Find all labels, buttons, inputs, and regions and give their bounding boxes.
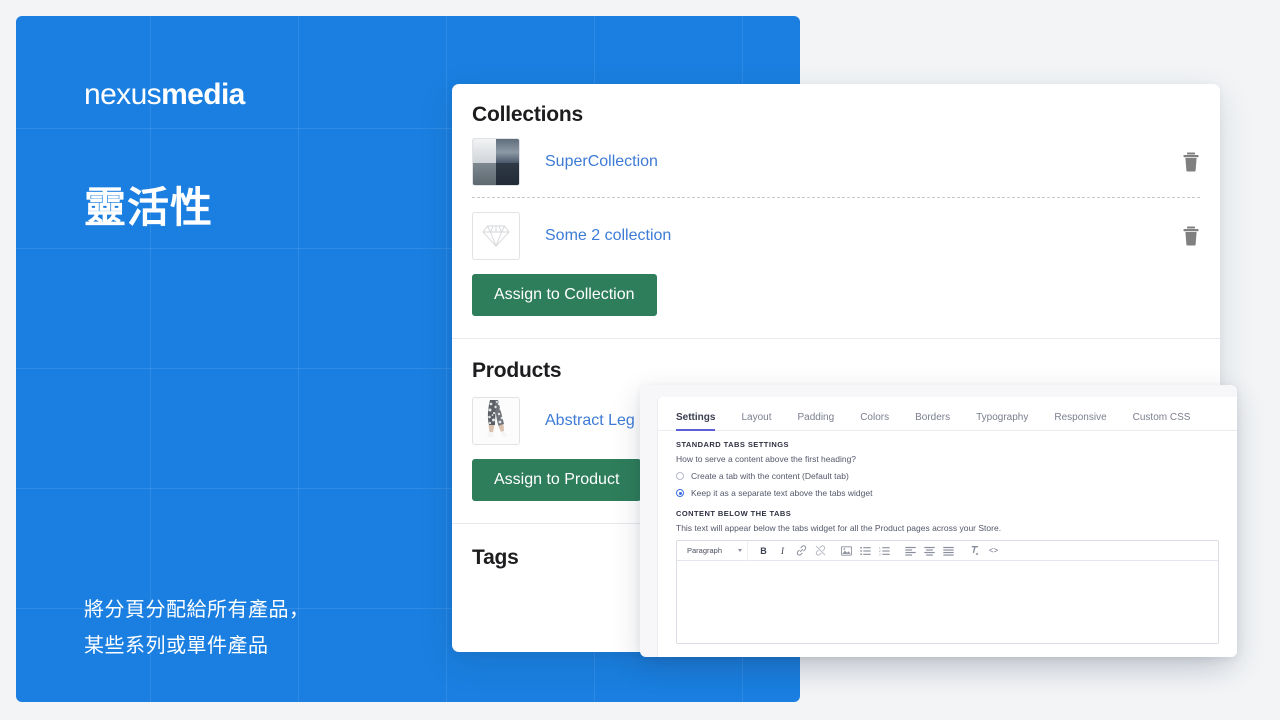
settings-panel-inner: Settings Layout Padding Colors Borders T… [658, 397, 1237, 657]
settings-panel: Settings Layout Padding Colors Borders T… [640, 385, 1237, 657]
svg-text:3: 3 [879, 552, 881, 556]
collections-title: Collections [472, 103, 583, 126]
screen-root: nexusmedia 靈活性 將分頁分配給所有產品， 某些系列或單件產品 Col… [0, 0, 1280, 720]
radio-option-create-tab[interactable]: Create a tab with the content (Default t… [676, 471, 1219, 481]
tab-responsive[interactable]: Responsive [1054, 412, 1106, 430]
bullet-list-icon[interactable] [856, 541, 875, 561]
tab-layout[interactable]: Layout [741, 412, 771, 430]
brand-logo-bold: media [161, 78, 245, 111]
editor-toolbar: Paragraph B I 1 2 3 <> [677, 540, 1218, 561]
tab-settings[interactable]: Settings [676, 412, 716, 431]
content-below-tabs-caption: CONTENT BELOW THE TABS [676, 509, 792, 518]
align-justify-icon[interactable] [939, 541, 958, 561]
editor-content-area[interactable] [677, 561, 1218, 643]
brand-logo-light: nexus [84, 78, 162, 111]
chevron-down-icon [738, 549, 742, 552]
rich-text-editor: Paragraph B I 1 2 3 <> [676, 540, 1219, 644]
format-select-value: Paragraph [687, 546, 723, 555]
trash-icon[interactable] [1182, 226, 1200, 246]
collection-thumbnail-diamond [472, 212, 520, 260]
product-thumbnail-leggings [472, 397, 520, 445]
collection-row-2[interactable]: Some 2 collection [452, 198, 1220, 274]
radio-option-keep-separate[interactable]: Keep it as a separate text above the tab… [676, 488, 1219, 498]
collection-thumbnail-seascape [472, 138, 520, 186]
tab-custom-css[interactable]: Custom CSS [1133, 412, 1191, 430]
radio-button-unselected[interactable] [676, 472, 684, 480]
radio-button-selected[interactable] [676, 489, 684, 497]
products-section: Products [452, 339, 1220, 383]
collection-row-1[interactable]: SuperCollection [452, 127, 1220, 197]
products-title: Products [472, 359, 562, 382]
settings-tabs: Settings Layout Padding Colors Borders T… [658, 397, 1237, 431]
promo-headline: 靈活性 [84, 184, 214, 231]
product-link-abstract-leggings[interactable]: Abstract Leg [545, 412, 635, 430]
image-icon[interactable] [837, 541, 856, 561]
tab-borders[interactable]: Borders [915, 412, 950, 430]
tab-padding[interactable]: Padding [797, 412, 834, 430]
clear-format-icon[interactable] [965, 541, 984, 561]
unlink-icon[interactable] [811, 541, 830, 561]
trash-icon[interactable] [1182, 152, 1200, 172]
assign-to-collection-button[interactable]: Assign to Collection [472, 274, 657, 316]
align-center-icon[interactable] [920, 541, 939, 561]
standard-tabs-question: How to serve a content above the first h… [676, 454, 857, 464]
link-icon[interactable] [792, 541, 811, 561]
align-left-icon[interactable] [901, 541, 920, 561]
brand-logo: nexusmedia [84, 78, 245, 112]
promo-subtext: 將分頁分配給所有產品， 某些系列或單件產品 [84, 599, 310, 657]
tab-colors[interactable]: Colors [860, 412, 889, 430]
format-select[interactable]: Paragraph [682, 540, 748, 561]
collection-link-supercollection[interactable]: SuperCollection [545, 153, 658, 171]
source-code-icon[interactable]: <> [984, 541, 1003, 561]
bold-icon[interactable]: B [754, 541, 773, 561]
assign-to-product-button[interactable]: Assign to Product [472, 459, 642, 501]
italic-icon[interactable]: I [773, 541, 792, 561]
content-below-tabs-description: This text will appear below the tabs wid… [676, 523, 1002, 533]
radio-option-label: Keep it as a separate text above the tab… [691, 488, 873, 498]
collection-link-some-2-collection[interactable]: Some 2 collection [545, 227, 671, 245]
standard-tabs-settings-caption: STANDARD TABS SETTINGS [676, 440, 789, 449]
radio-option-label: Create a tab with the content (Default t… [691, 471, 849, 481]
numbered-list-icon[interactable]: 1 2 3 [875, 541, 894, 561]
collections-section: Collections [452, 84, 1220, 127]
settings-body: STANDARD TABS SETTINGS How to serve a co… [658, 431, 1237, 644]
tab-typography[interactable]: Typography [976, 412, 1028, 430]
collections-action-row: Assign to Collection [452, 274, 1220, 338]
